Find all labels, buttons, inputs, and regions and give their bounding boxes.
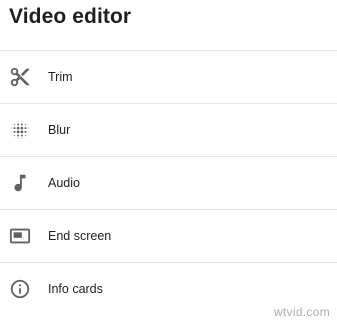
info-icon [9,278,31,300]
page-title: Video editor [9,5,132,28]
header: Video editor [0,0,337,51]
menu-item-audio[interactable]: Audio [0,157,337,210]
video-editor-menu: Trim Blur Audio End screen Info cards [0,51,337,316]
menu-item-label: Trim [48,70,73,84]
end-screen-icon [9,225,31,247]
music-note-icon [9,172,31,194]
menu-item-trim[interactable]: Trim [0,51,337,104]
menu-item-label: Info cards [48,282,103,296]
menu-item-label: Blur [48,123,71,137]
menu-item-blur[interactable]: Blur [0,104,337,157]
blur-icon [9,119,31,141]
watermark: wtvid.com [273,305,330,319]
scissors-icon [9,66,31,88]
menu-item-label: End screen [48,229,112,243]
menu-item-end-screen[interactable]: End screen [0,210,337,263]
menu-item-label: Audio [48,176,80,190]
